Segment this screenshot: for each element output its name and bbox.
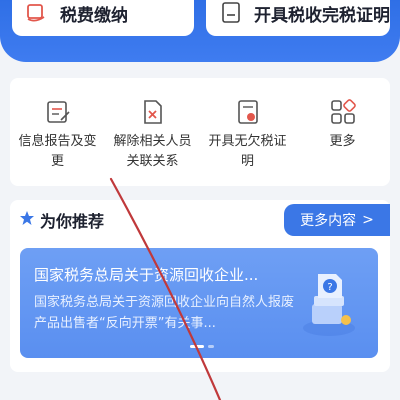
service-item-no-arrears[interactable]: 开具无欠税证明	[200, 78, 295, 186]
tax-payment-icon	[27, 4, 45, 22]
service-label: 更多	[329, 134, 356, 149]
recommend-banner[interactable]: 国家税务总局关于资源回收企业... 国家税务总局关于资源回收企业向自然人报废产品…	[20, 248, 378, 358]
service-item-info-report[interactable]: 信息报告及变更	[10, 78, 105, 186]
tax-payment-label: 税费缴纳	[60, 5, 128, 26]
svg-text:?: ?	[327, 282, 332, 293]
service-item-more[interactable]: 更多	[295, 78, 390, 186]
recommend-section: 为你推荐 更多内容 > 国家税务总局关于资源回收企业... 国家税务总局关于资源…	[10, 200, 390, 372]
recommend-header: 为你推荐 更多内容 >	[10, 200, 390, 236]
tax-payment-card[interactable]: 税费缴纳	[12, 0, 194, 36]
document-stack-illustration-icon: ?	[303, 274, 355, 336]
star-icon	[20, 211, 34, 225]
service-label: 开具无欠税证明	[208, 134, 287, 169]
carousel-dot	[208, 345, 214, 348]
no-tax-arrears-certificate-icon	[237, 100, 258, 124]
carousel-dot-active	[190, 345, 204, 348]
info-report-icon	[46, 101, 70, 123]
service-grid: 信息报告及变更 解除相关人员关联关系 开具无欠税证明 更多	[10, 78, 390, 186]
service-label: 解除相关人员关联关系	[113, 134, 192, 169]
banner-description: 国家税务总局关于资源回收企业向自然人报废产品出售者“反向开票”有关事...	[34, 295, 295, 331]
carousel-indicator	[190, 345, 214, 348]
more-content-label: 更多内容	[300, 213, 357, 229]
disassociate-icon	[143, 100, 162, 124]
more-content-button[interactable]: 更多内容 >	[284, 204, 390, 236]
tax-certificate-card[interactable]: 开具税收完税证明	[206, 0, 390, 36]
chevron-right-icon: >	[362, 212, 374, 228]
service-item-disassociate[interactable]: 解除相关人员关联关系	[105, 78, 200, 186]
tax-certificate-label: 开具税收完税证明	[254, 5, 390, 26]
service-label: 信息报告及变更	[18, 134, 97, 169]
more-grid-icon	[330, 99, 356, 124]
banner-title: 国家税务总局关于资源回收企业...	[34, 266, 259, 284]
recommend-title: 为你推荐	[40, 212, 105, 231]
tax-certificate-icon	[222, 2, 240, 23]
